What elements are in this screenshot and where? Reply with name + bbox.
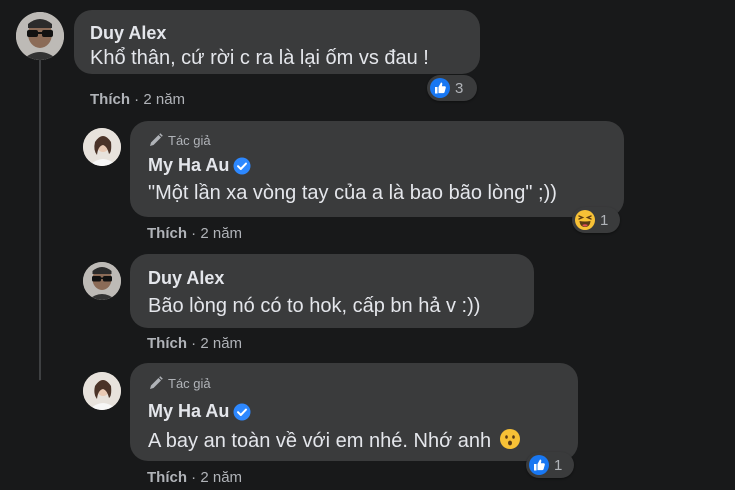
reaction-summary[interactable]: 1: [526, 452, 574, 478]
like-link[interactable]: Thích: [147, 225, 187, 242]
comment-author[interactable]: My Ha Au: [148, 401, 251, 422]
timestamp[interactable]: 2 năm: [200, 469, 242, 486]
comment-text: Bão lòng nó có to hok, cấp bn hả v :)): [148, 295, 481, 317]
pen-icon: [150, 133, 163, 146]
like-icon: [430, 78, 450, 98]
comment-meta: Thích · 2 năm: [147, 335, 242, 352]
like-link[interactable]: Thích: [147, 469, 187, 486]
comment-meta: Thích · 2 năm: [147, 469, 242, 486]
reaction-count: 3: [455, 79, 464, 97]
thread-line: [39, 60, 41, 380]
separator: ·: [187, 225, 201, 242]
verified-icon: [233, 157, 251, 175]
avatar[interactable]: [83, 262, 121, 300]
timestamp[interactable]: 2 năm: [200, 335, 242, 352]
comment-meta: Thích · 2 năm: [147, 225, 242, 242]
author-name: My Ha Au: [148, 155, 230, 175]
comment-text: Khổ thân, cứ rời c ra là lại ốm vs đau !: [90, 47, 429, 69]
comment-author[interactable]: Duy Alex: [90, 23, 166, 44]
separator: ·: [187, 335, 201, 352]
laugh-emoji-icon: [575, 210, 595, 230]
avatar[interactable]: [16, 12, 64, 60]
author-badge-label: Tác giả: [168, 375, 211, 391]
author-badge-label: Tác giả: [168, 132, 211, 148]
comment-author[interactable]: Duy Alex: [148, 268, 224, 289]
comment-text: A bay an toàn về với em nhé. Nhớ anh: [148, 428, 521, 453]
reaction-count: 1: [600, 211, 609, 229]
timestamp[interactable]: 2 năm: [200, 225, 242, 242]
hushed-emoji-icon: [499, 429, 520, 449]
pen-icon: [150, 376, 163, 389]
like-link[interactable]: Thích: [90, 91, 130, 108]
comment-author[interactable]: My Ha Au: [148, 155, 251, 176]
separator: ·: [130, 91, 144, 108]
author-badge: Tác giả: [148, 375, 211, 391]
reaction-summary[interactable]: 3: [427, 75, 477, 101]
like-link[interactable]: Thích: [147, 335, 187, 352]
separator: ·: [187, 469, 201, 486]
verified-icon: [233, 403, 251, 421]
reaction-count: 1: [554, 456, 563, 474]
author-badge: Tác giả: [148, 132, 211, 148]
reaction-summary[interactable]: 1: [572, 207, 620, 233]
comment-text-content: A bay an toàn về với em nhé. Nhớ anh: [148, 430, 492, 452]
author-name: My Ha Au: [148, 401, 230, 421]
avatar[interactable]: [83, 128, 121, 166]
timestamp[interactable]: 2 năm: [143, 91, 185, 108]
comment-meta: Thích · 2 năm: [90, 91, 185, 108]
like-icon: [529, 455, 549, 475]
comment-text: "Một lần xa vòng tay của a là bao bão lò…: [148, 182, 557, 204]
avatar[interactable]: [83, 372, 121, 410]
